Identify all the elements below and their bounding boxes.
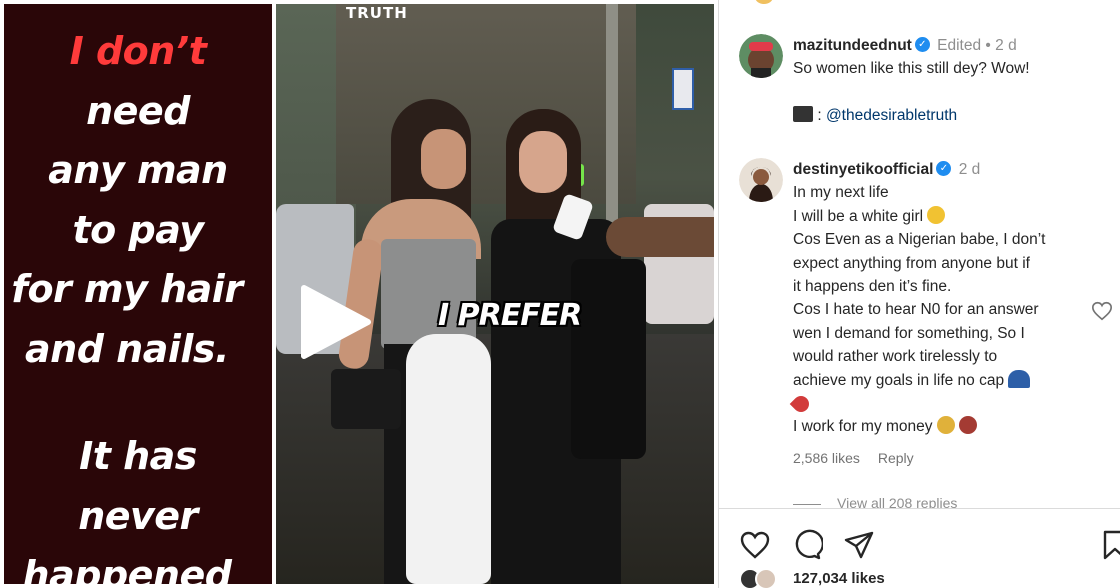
comment-icon[interactable]: [791, 529, 823, 561]
avatar[interactable]: [739, 34, 783, 78]
text-overlay-panel: I don’t need any man to pay for my hair …: [4, 4, 272, 584]
comment-likes-count[interactable]: 2,586 likes: [793, 450, 860, 466]
heart-emoji-icon: [959, 416, 978, 435]
post-likes-count[interactable]: 127,034 likes: [793, 570, 885, 587]
heart-icon[interactable]: [739, 529, 771, 561]
share-icon[interactable]: [843, 529, 875, 561]
comments-panel: mazitundeednut ✓ Edited • 2 d So women li…: [718, 0, 1120, 588]
video-watermark: TRUTH: [346, 4, 408, 22]
overlay-line: happened: [22, 553, 232, 584]
comment-edited-label: Edited: [937, 37, 982, 54]
overlay-line: to pay: [72, 207, 204, 252]
interviewer-hand: [606, 217, 714, 257]
clipped-avatar: [755, 0, 773, 4]
cap-emoji-icon: [1008, 369, 1031, 388]
comment-text: So women like this still dey? Wow!: [793, 60, 1030, 78]
verified-badge-icon: ✓: [936, 161, 952, 177]
overlay-text: I don’t need any man to pay for my hair …: [4, 22, 272, 584]
liker-avatars[interactable]: [739, 568, 783, 588]
overlay-line: It has: [79, 434, 197, 478]
overlay-line: need: [86, 88, 190, 133]
pin-emoji-icon: [789, 392, 813, 416]
verified-badge-icon: ✓: [914, 37, 930, 53]
parking-sign: [672, 68, 694, 110]
like-comment-heart-icon[interactable]: [1091, 300, 1113, 322]
overlay-line: for my hair: [11, 267, 243, 311]
comment-username[interactable]: destinyetikoofficial: [793, 161, 933, 178]
save-icon[interactable]: [1099, 529, 1120, 561]
video-player[interactable]: TRUTH I PREFER: [276, 4, 714, 584]
comment-username[interactable]: mazitundeednut: [793, 37, 912, 54]
overlay-line: and nails.: [25, 326, 229, 371]
mention-link[interactable]: @thedesirabletruth: [826, 107, 957, 124]
person-emoji-icon: [927, 205, 946, 224]
instagram-post-screenshot: I don’t need any man to pay for my hair …: [0, 0, 1120, 588]
money-bag-emoji-icon: [936, 416, 955, 435]
overlay-line: never: [78, 493, 198, 538]
clapperboard-icon: [793, 105, 813, 122]
overlay-line: I don’t: [69, 29, 207, 73]
reply-button[interactable]: Reply: [878, 450, 914, 466]
woman-right: [481, 109, 646, 584]
comment-age: 2 d: [958, 161, 981, 178]
play-icon[interactable]: [294, 282, 374, 362]
overlay-line: any man: [48, 148, 228, 192]
avatar[interactable]: [739, 158, 783, 202]
video-caption: I PREFER: [438, 298, 582, 333]
comment-age: 2 d: [995, 37, 1017, 54]
